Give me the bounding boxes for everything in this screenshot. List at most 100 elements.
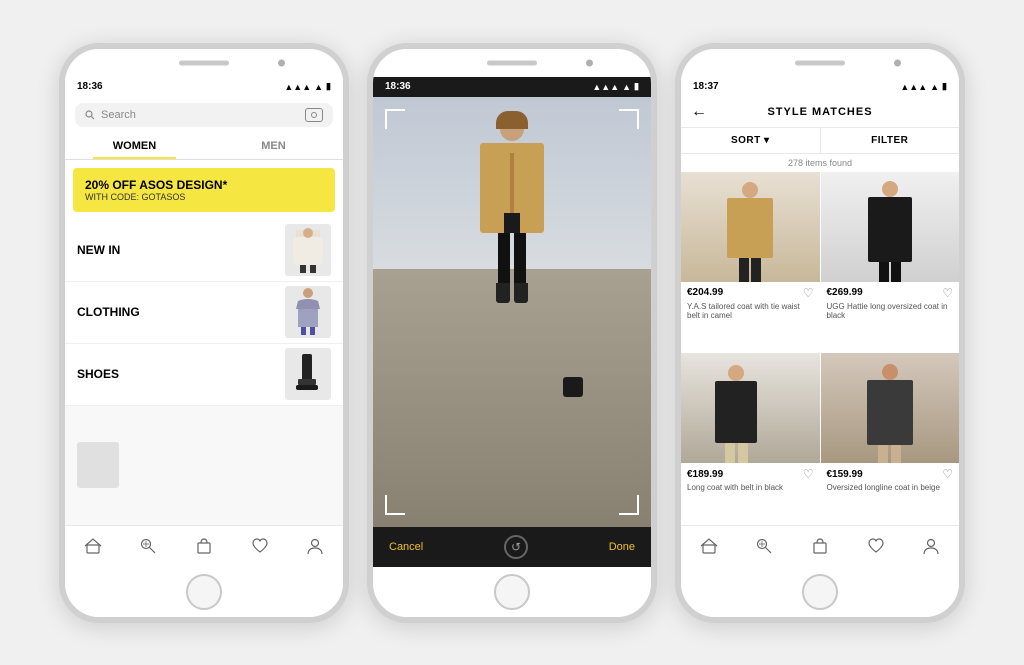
product-info-3: €189.99 ♡ Long coat with belt in black [681, 463, 820, 497]
phone-1-bottom [65, 567, 343, 617]
camera-search-icon[interactable] [305, 108, 323, 122]
status-icons-2: ▲▲▲ ▲ ▮ [592, 81, 639, 92]
status-bar-3: 18:37 ▲▲▲ ▲ ▮ [681, 77, 959, 97]
search-icon [85, 110, 95, 120]
phone-1-top [65, 49, 343, 77]
product-card-4[interactable]: €159.99 ♡ Oversized longline coat in bei… [821, 353, 960, 524]
search-input[interactable]: Search [101, 109, 299, 121]
model-head-4 [882, 364, 898, 380]
wifi-icon-2: ▲ [622, 82, 631, 92]
front-camera [278, 59, 285, 66]
corner-bl [385, 495, 405, 515]
signal-icon-2: ▲▲▲ [592, 82, 619, 92]
boot-left [496, 283, 510, 303]
product-price-4: €159.99 [827, 469, 863, 480]
wishlist-icon-3[interactable]: ♡ [803, 467, 814, 481]
home-button-1[interactable] [186, 574, 222, 610]
coat-body [480, 143, 544, 233]
product-name-3: Long coat with belt in black [687, 483, 814, 493]
home-button-2[interactable] [494, 574, 530, 610]
model-4 [867, 364, 913, 463]
sort-filter-bar: SORT ▾ FILTER [681, 128, 959, 154]
phone-1-content: Search WOMEN MEN 20% OFF ASOS DESIGN* WI… [65, 97, 343, 567]
front-camera-3 [894, 59, 901, 66]
product-name-4: Oversized longline coat in beige [827, 483, 954, 493]
model-2 [868, 181, 912, 282]
person-hair [496, 111, 528, 129]
gender-tabs: WOMEN MEN [65, 133, 343, 160]
model-coat-2 [868, 197, 912, 262]
camera-lens [311, 112, 317, 118]
home-button-3[interactable] [802, 574, 838, 610]
clothing-thumbnail [288, 287, 328, 337]
category-label-shoes: SHOES [77, 367, 119, 381]
category-thumb-shoes [285, 348, 331, 400]
bag-accessory [563, 377, 583, 397]
product-card-3[interactable]: €189.99 ♡ Long coat with belt in black [681, 353, 820, 524]
back-button[interactable]: ← [691, 103, 707, 121]
model-legs-1 [739, 258, 761, 282]
nav-home-icon-3[interactable] [699, 536, 719, 556]
speaker-2 [487, 60, 537, 65]
model-coat-4 [867, 380, 913, 445]
phone-2: 18:36 ▲▲▲ ▲ ▮ [367, 43, 657, 623]
product-info-1: €204.99 ♡ Y.A.S tailored coat with tie w… [681, 282, 820, 325]
phone-3: 18:37 ▲▲▲ ▲ ▮ ← STYLE MATCHES SORT ▾ FIL… [675, 43, 965, 623]
product-info-2: €269.99 ♡ UGG Hattie long oversized coat… [821, 282, 960, 325]
scan-frame: Cella Jane Blog 75k followers F [373, 97, 651, 527]
nav-heart-icon-3[interactable] [866, 536, 886, 556]
sort-button[interactable]: SORT ▾ [681, 128, 821, 153]
model-legs-4 [878, 445, 901, 463]
phone-2-content: Cella Jane Blog 75k followers F Cancel ↺… [373, 97, 651, 567]
wifi-icon-3: ▲ [930, 82, 939, 92]
wishlist-icon-4[interactable]: ♡ [942, 467, 953, 481]
nav-bag-icon[interactable] [194, 536, 214, 556]
product-card-1[interactable]: €204.99 ♡ Y.A.S tailored coat with tie w… [681, 172, 820, 353]
nav-bag-icon-3[interactable] [810, 536, 830, 556]
model-1 [727, 182, 773, 282]
done-button[interactable]: Done [609, 541, 635, 553]
nav-search-icon-3[interactable] [754, 536, 774, 556]
person-head [500, 117, 524, 141]
category-thumb-new-in [285, 224, 331, 276]
model-3 [715, 365, 757, 463]
tab-men[interactable]: MEN [204, 133, 343, 159]
wishlist-icon-2[interactable]: ♡ [942, 286, 953, 300]
product-card-2[interactable]: €269.99 ♡ UGG Hattie long oversized coat… [821, 172, 960, 353]
search-bar[interactable]: Search [75, 103, 333, 127]
products-grid: €204.99 ♡ Y.A.S tailored coat with tie w… [681, 172, 959, 525]
inner-shirt [504, 213, 520, 233]
wishlist-icon-1[interactable]: ♡ [803, 286, 814, 300]
refresh-button[interactable]: ↺ [504, 535, 528, 559]
nav-profile-icon[interactable] [305, 536, 325, 556]
category-new-in[interactable]: NEW IN [65, 220, 343, 282]
signal-icon: ▲▲▲ [284, 82, 311, 92]
bottom-nav-1 [65, 525, 343, 567]
product-price-1: €204.99 [687, 287, 723, 298]
nav-search-icon[interactable] [138, 536, 158, 556]
signal-icon-3: ▲▲▲ [900, 82, 927, 92]
model-head-2 [882, 181, 898, 197]
product-price-row-3: €189.99 ♡ [687, 467, 814, 481]
category-clothing[interactable]: CLOTHING [65, 282, 343, 344]
status-icons-3: ▲▲▲ ▲ ▮ [900, 81, 947, 92]
filter-button[interactable]: FILTER [821, 128, 960, 153]
shoes-thumbnail [288, 349, 328, 399]
nav-heart-icon[interactable] [250, 536, 270, 556]
boot-right [514, 283, 528, 303]
tab-women[interactable]: WOMEN [65, 133, 204, 159]
cancel-button[interactable]: Cancel [389, 541, 423, 553]
nav-profile-icon-3[interactable] [921, 536, 941, 556]
battery-icon-2: ▮ [634, 81, 639, 92]
product-price-row-4: €159.99 ♡ [827, 467, 954, 481]
pants [498, 233, 526, 283]
nav-home-icon[interactable] [83, 536, 103, 556]
corner-br [619, 495, 639, 515]
product-img-4 [821, 353, 960, 463]
model-legs-2 [879, 262, 901, 282]
category-shoes[interactable]: SHOES [65, 344, 343, 406]
category-thumb-clothing [285, 286, 331, 338]
category-label-clothing: CLOTHING [77, 305, 140, 319]
phone-3-top [681, 49, 959, 77]
phone-2-bottom [373, 567, 651, 617]
